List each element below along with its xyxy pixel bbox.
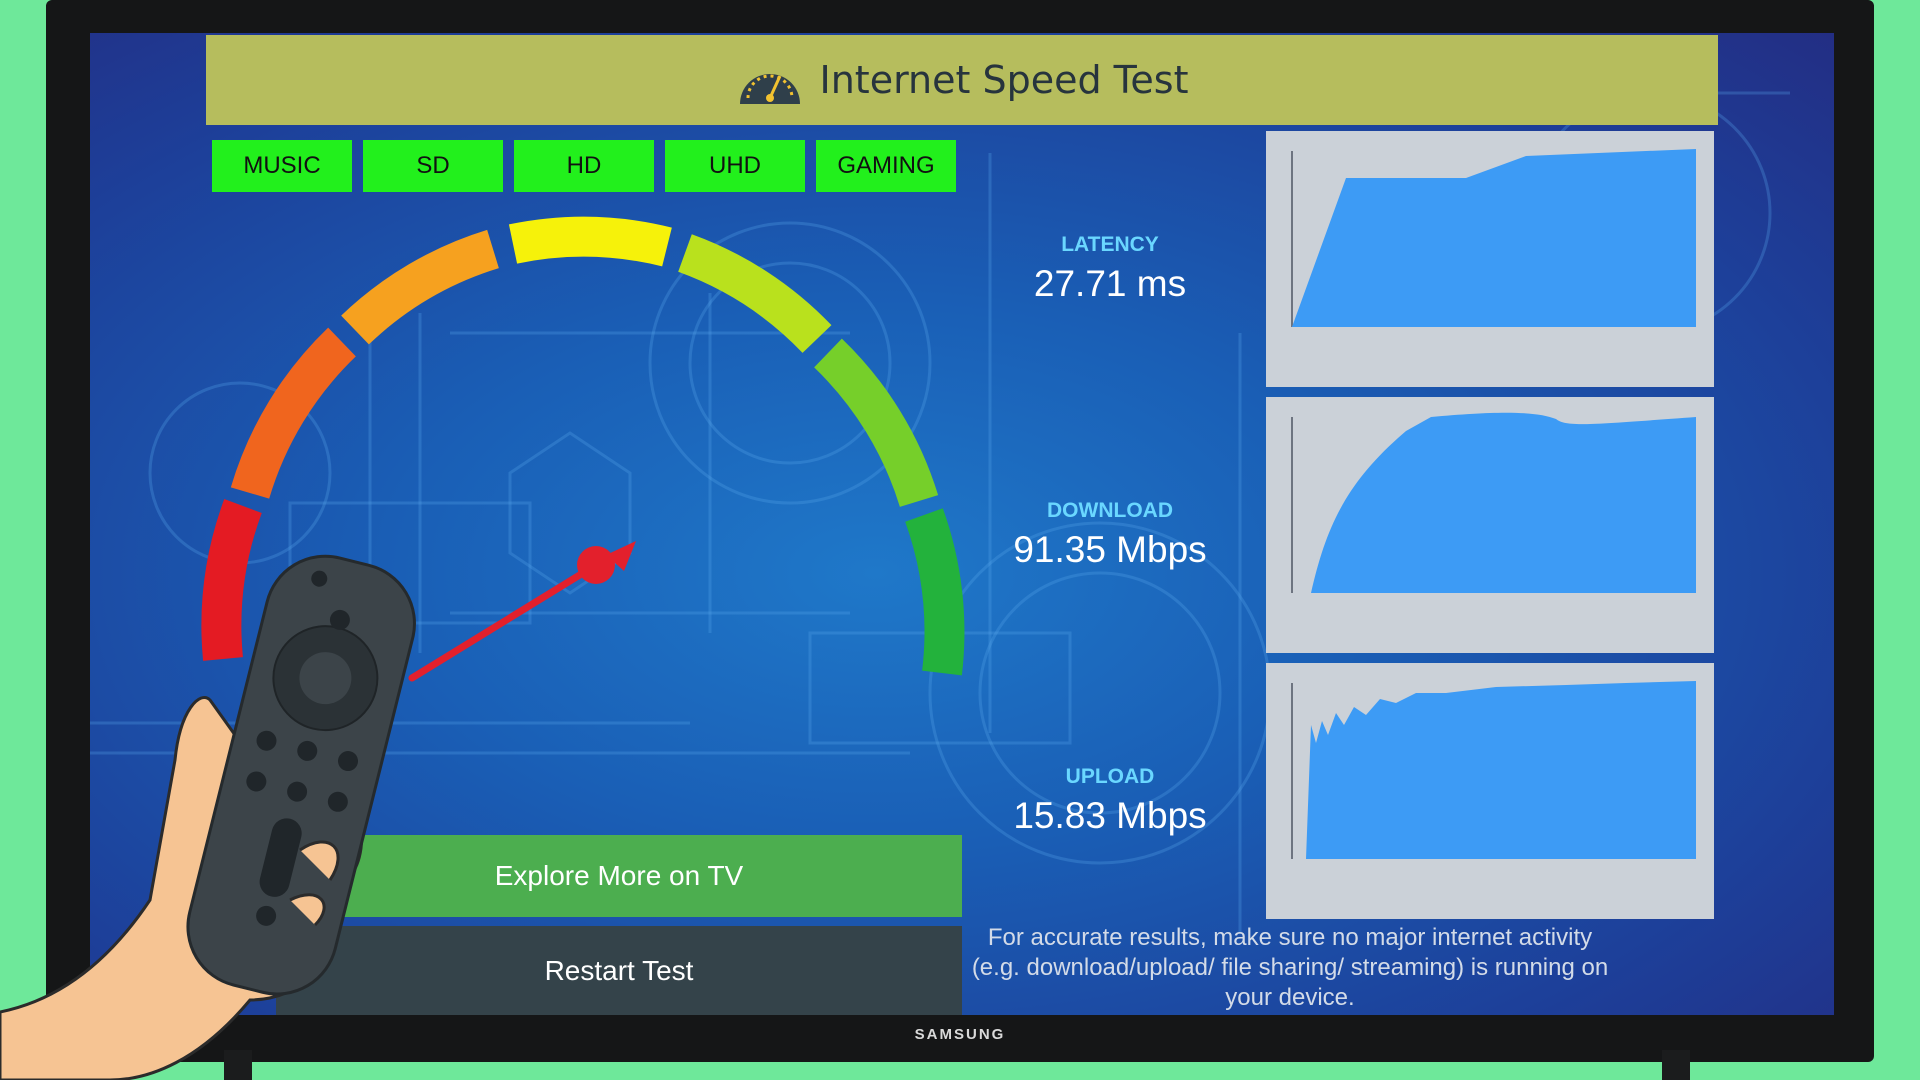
hand-holding-remote: [0, 554, 416, 1080]
